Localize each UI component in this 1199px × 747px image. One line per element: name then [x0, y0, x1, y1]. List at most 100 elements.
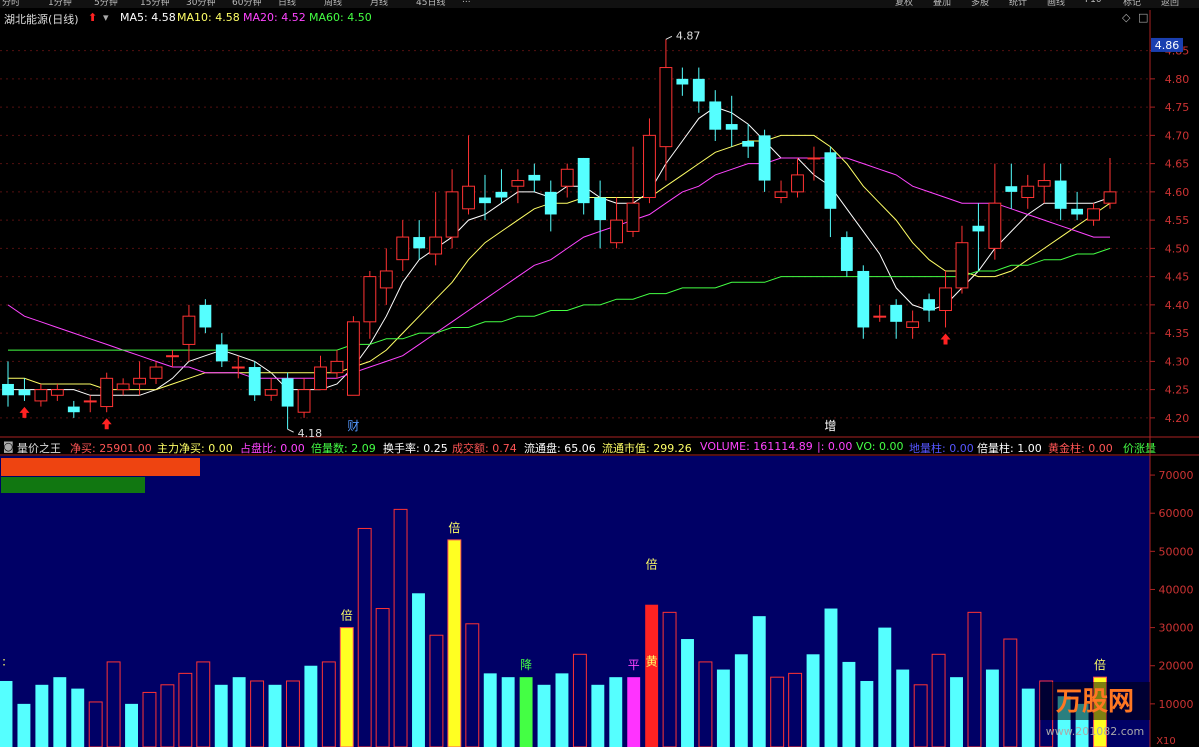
- candle: [988, 163, 1002, 260]
- candle: [462, 135, 475, 215]
- candle: [1021, 174, 1035, 209]
- candle: [330, 350, 344, 379]
- volume-bar: [519, 677, 533, 747]
- candle: [709, 90, 722, 142]
- volume-tick-label: 60000: [1159, 507, 1194, 520]
- candle: [281, 372, 294, 430]
- candle: [594, 180, 607, 249]
- price-tick-label: 4.40: [1165, 299, 1190, 312]
- volume-bar: [1021, 688, 1035, 747]
- candle: [495, 169, 508, 204]
- buy-signal-arrow-icon: [940, 333, 951, 345]
- candle: [544, 180, 557, 232]
- volume-bar: [412, 593, 425, 747]
- ma10-line: [8, 134, 1111, 391]
- price-tick-label: 4.70: [1165, 129, 1190, 142]
- volume-bar: [0, 680, 13, 747]
- candle: [923, 293, 935, 322]
- candle: [166, 350, 179, 368]
- volume-bar: [232, 677, 246, 747]
- volume-bar: [860, 680, 874, 747]
- volume-bar: [591, 684, 605, 747]
- candle: [264, 378, 278, 401]
- volume-bar: [17, 703, 31, 747]
- volume-bar: [555, 673, 569, 747]
- price-tick-label: 4.80: [1165, 73, 1190, 86]
- price-tick-label: 4.25: [1165, 384, 1190, 397]
- volume-tick-label: 30000: [1159, 622, 1194, 635]
- buy-signal-arrow-icon: [19, 406, 30, 418]
- volume-bar: [35, 684, 49, 747]
- candle: [346, 316, 360, 396]
- high-marker-arrow: [665, 35, 673, 40]
- volume-bar: [878, 627, 892, 747]
- volume-bar: [645, 604, 659, 747]
- low-price-marker: 4.18: [298, 427, 323, 440]
- candle: [83, 395, 97, 413]
- volume-tick-label: 10000: [1159, 698, 1194, 711]
- candle: [906, 310, 920, 339]
- candle: [297, 378, 311, 418]
- candle: [396, 220, 410, 271]
- candle: [643, 118, 656, 204]
- candle: [231, 355, 245, 379]
- candle: [215, 333, 228, 368]
- current-price-tag: 4.86: [1155, 39, 1180, 52]
- price-tick-label: 4.50: [1165, 242, 1190, 255]
- net-buy-bar: [1, 458, 200, 476]
- high-price-marker: 4.87: [676, 29, 701, 42]
- svg-text:万股网: 万股网: [1056, 687, 1134, 717]
- candle: [939, 270, 952, 328]
- volume-panel-background: [0, 456, 1150, 747]
- volume-bar: [627, 677, 641, 747]
- candle: [199, 299, 212, 334]
- candle: [972, 203, 985, 271]
- volume-tick-label: 20000: [1159, 660, 1194, 673]
- watermark-logo: 万股网 www.201082.com: [1040, 682, 1150, 738]
- candle: [692, 67, 705, 113]
- volume-marker: 倍: [341, 608, 353, 623]
- volume-tick-label: 40000: [1159, 583, 1194, 596]
- volume-bar: [501, 677, 515, 747]
- candle: [1103, 157, 1117, 209]
- candle: [610, 197, 623, 249]
- price-tick-label: 4.55: [1165, 214, 1190, 227]
- candle: [363, 270, 377, 339]
- candle: [955, 225, 969, 294]
- candle: [742, 124, 755, 158]
- volume-bar: [734, 654, 748, 747]
- volume-tick-label: 70000: [1159, 469, 1194, 482]
- candle: [577, 157, 590, 215]
- volume-bar: [268, 684, 282, 747]
- volume-bar: [537, 684, 551, 747]
- candle: [857, 265, 870, 339]
- candle: [479, 174, 491, 221]
- low-marker-arrow: [287, 428, 294, 433]
- ma5-line: [8, 106, 1111, 396]
- candle: [840, 231, 853, 277]
- candle: [725, 95, 738, 147]
- candle: [774, 180, 788, 204]
- volume-bar: [304, 665, 318, 747]
- annotation-cai: 财: [347, 419, 359, 433]
- price-tick-label: 4.75: [1165, 101, 1190, 114]
- volume-marker: 倍: [448, 520, 460, 535]
- volume-bar: [896, 669, 910, 747]
- candle: [560, 163, 574, 198]
- buy-signal-arrow-icon: [101, 418, 112, 430]
- candle: [314, 355, 327, 391]
- volume-bar: [53, 677, 67, 747]
- candle: [445, 169, 459, 249]
- candle: [873, 304, 887, 322]
- volume-bar: [339, 627, 354, 747]
- candle: [34, 383, 48, 407]
- candle: [807, 146, 821, 181]
- svg-text:www.201082.com: www.201082.com: [1046, 725, 1144, 738]
- volume-bar: [950, 677, 963, 747]
- candle: [18, 378, 31, 401]
- candle: [116, 378, 130, 396]
- candle: [50, 383, 64, 401]
- stock-chart[interactable]: 4.20 4.25 4.30 4.35 4.40 4.45 4.50 4.55 4.60 4.65…: [0, 0, 1199, 747]
- candle: [2, 361, 14, 407]
- volume-marker: 倍: [646, 557, 658, 572]
